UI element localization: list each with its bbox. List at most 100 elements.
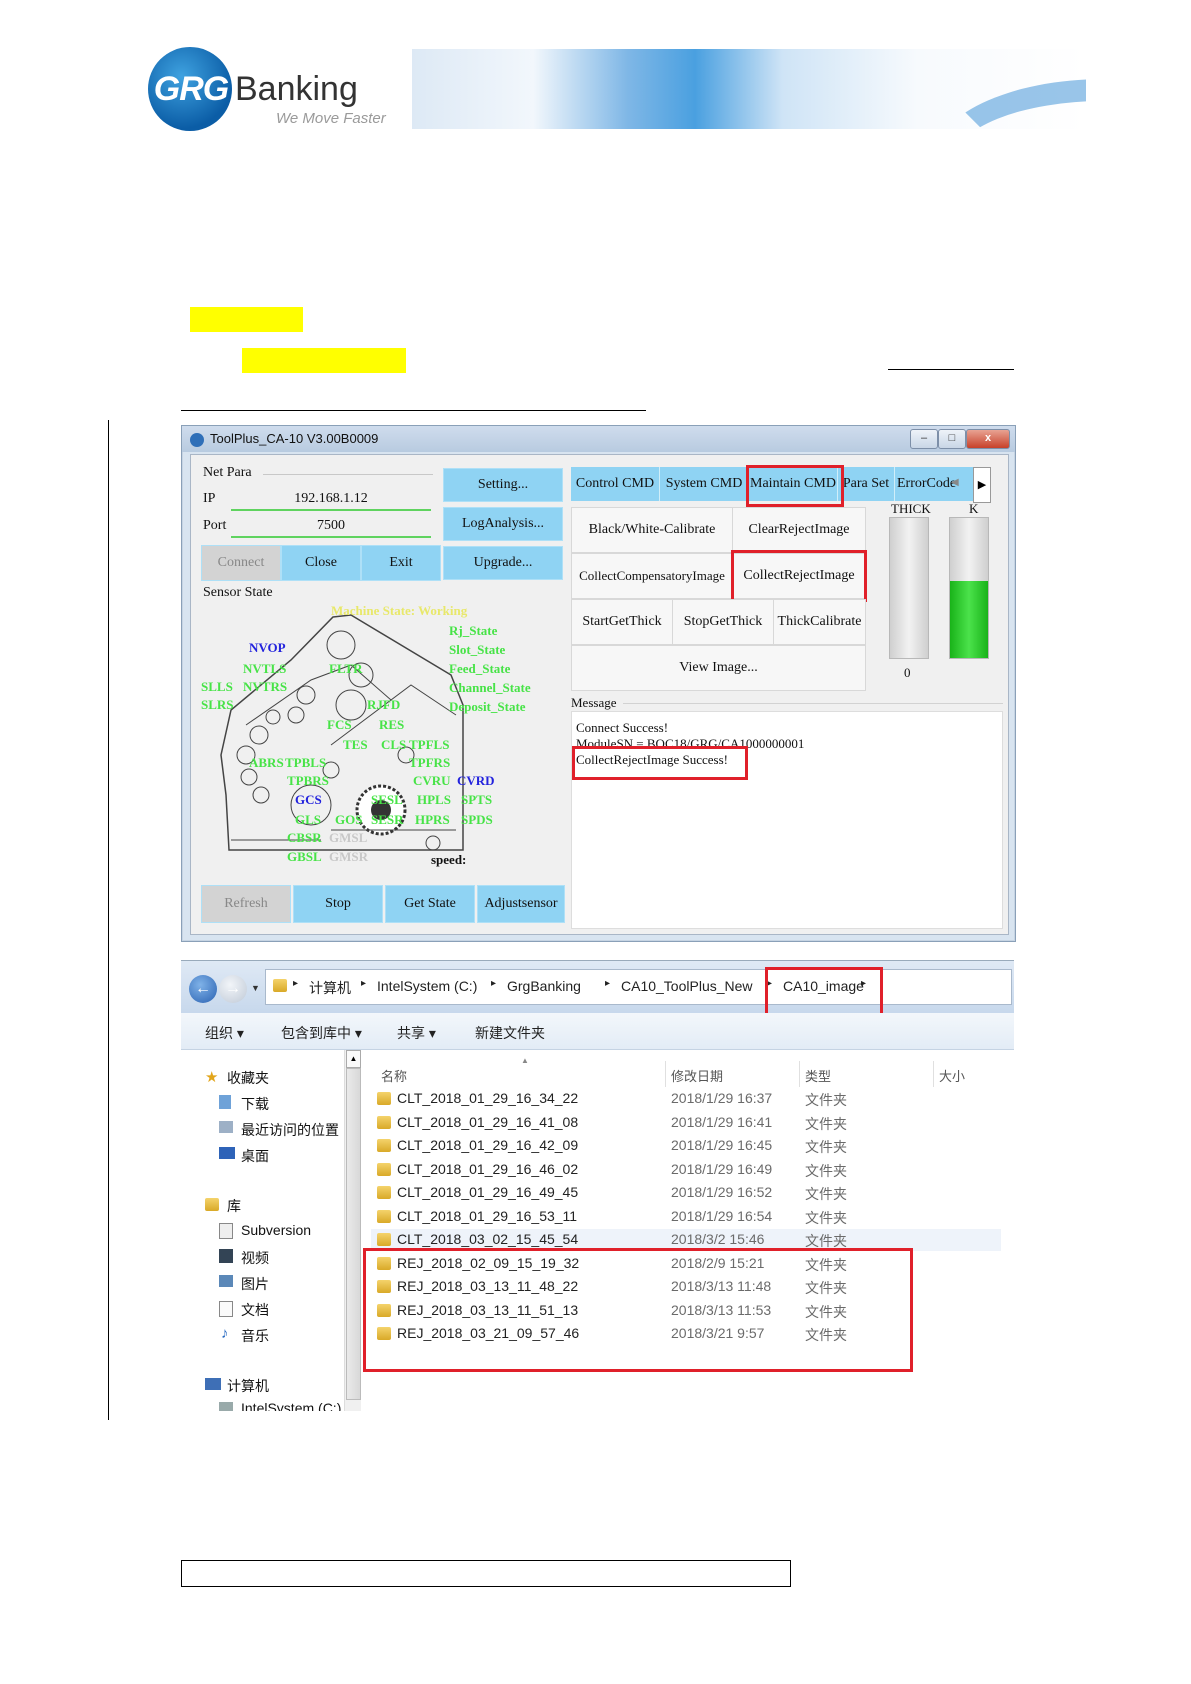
organize-button[interactable]: 组织 ▾ [205,1023,244,1043]
message-label: Message [571,695,617,710]
clear-reject-image-button[interactable]: ClearRejectImage [732,507,866,553]
sort-arrow-icon: ▲ [521,1056,529,1065]
sensor-cls: CLS [381,737,407,752]
file-type: 文件夹 [805,1139,847,1155]
back-icon[interactable]: ← [189,975,217,1003]
collect-compensatory-image-button[interactable]: CollectCompensatoryImage [571,553,733,599]
table-row[interactable]: CLT_2018_01_29_16_34_22 2018/1/29 16:37 文件… [371,1088,1001,1110]
nav-computer[interactable]: 计算机 [227,1376,269,1396]
toolplus-window: ToolPlus_CA-10 V3.00B0009 – □ x Net Para… [181,425,1016,942]
nav-libraries[interactable]: 库 [227,1196,241,1216]
close-button[interactable]: Close [281,545,361,581]
scroll-up-icon[interactable]: ▲ [346,1050,361,1068]
nav-pictures[interactable]: 图片 [241,1274,269,1294]
connect-button[interactable]: Connect [201,545,281,581]
net-para-label: Net Para [203,465,252,480]
column-header-size[interactable]: 大小 [939,1066,965,1085]
log-analysis-button[interactable]: LogAnalysis... [443,507,563,541]
state-feed: Feed_State [449,661,511,676]
breadcrumb-grgbanking[interactable]: GrgBanking [507,978,581,994]
footer-box [181,1560,791,1587]
bw-calibrate-button[interactable]: Black/White-Calibrate [571,507,733,553]
nav-downloads[interactable]: 下载 [241,1094,269,1114]
breadcrumb-drive[interactable]: IntelSystem (C:) [377,978,477,994]
thick-calibrate-button[interactable]: ThickCalibrate [773,599,866,645]
share-button[interactable]: 共享 ▾ [397,1023,436,1043]
sensor-cbsr: CBSR [287,830,322,845]
tab-error-code[interactable]: ErrorCode [895,467,976,501]
tab-scroll-right-icon[interactable]: ▶ [973,467,991,503]
nav-recent[interactable]: 最近访问的位置 [241,1120,339,1140]
view-image-button[interactable]: View Image... [571,645,866,691]
video-icon [219,1249,233,1263]
breadcrumb-toolplus[interactable]: CA10_ToolPlus_New [621,978,753,994]
start-get-thick-button[interactable]: StartGetThick [571,599,673,645]
scroll-thumb[interactable] [346,1068,361,1400]
state-slot: Slot_State [449,642,506,657]
tab-para-set[interactable]: Para Set [838,467,895,501]
nav-documents[interactable]: 文档 [241,1300,269,1320]
table-row[interactable]: CLT_2018_01_29_16_49_45 2018/1/29 16:52 文件… [371,1182,1001,1204]
thick-value: 0 [904,665,911,680]
sensor-slrs: SLRS [201,697,234,712]
refresh-button[interactable]: Refresh [201,885,291,923]
explorer-address-bar: ← → ▼ ▸ 计算机 ▸ IntelSystem (C:) ▸ GrgBank… [181,961,1014,1017]
nav-music[interactable]: 音乐 [241,1326,269,1346]
nav-videos[interactable]: 视频 [241,1248,269,1268]
sensor-tpbls: TPBLS [285,755,327,770]
nav-scrollbar[interactable]: ▲ [344,1050,361,1411]
file-name: CLT_2018_01_29_16_53_11 [397,1207,578,1224]
ip-label: IP [203,491,216,506]
include-in-library-button[interactable]: 包含到库中 ▾ [281,1023,362,1043]
file-date: 2018/1/29 16:49 [671,1160,773,1177]
k-label: K [969,501,979,516]
sensor-slls: SLLS [201,679,233,694]
underline-2 [181,410,646,411]
column-header-type[interactable]: 类型 [805,1066,831,1085]
navigation-pane: ★ 收藏夹 下载 最近访问的位置 桌面 库 Subversion 视频 图片 文… [181,1050,361,1411]
logo-tagline: We Move Faster [276,110,386,127]
stop-button[interactable]: Stop [293,885,383,923]
nav-subversion[interactable]: Subversion [241,1222,311,1238]
setting-button[interactable]: Setting... [443,468,563,502]
message-line-1: Connect Success! [576,720,669,735]
sensor-spds: SPDS [461,812,493,827]
nav-desktop[interactable]: 桌面 [241,1146,269,1166]
file-type: 文件夹 [805,1209,847,1226]
table-row[interactable]: CLT_2018_01_29_16_42_09 2018/1/29 16:45 文件… [371,1135,1001,1157]
port-input[interactable]: 7500 [231,518,431,538]
close-window-button[interactable]: x [966,429,1010,449]
column-header-date[interactable]: 修改日期 [671,1066,723,1085]
table-row[interactable]: CLT_2018_01_29_16_53_11 2018/1/29 16:54 文件… [371,1206,1001,1228]
exit-button[interactable]: Exit [361,545,441,581]
tab-system-cmd[interactable]: System CMD [660,467,749,501]
maximize-button[interactable]: □ [938,429,966,449]
nav-drive[interactable]: IntelSystem (C:) [241,1400,341,1411]
table-row[interactable]: CLT_2018_01_29_16_41_08 2018/1/29 16:41 文件… [371,1112,1001,1134]
new-folder-button[interactable]: 新建文件夹 [475,1023,545,1043]
ip-input[interactable]: 192.168.1.12 [231,491,431,511]
tab-scroll-left-icon[interactable]: ◀ [951,477,959,488]
get-state-button[interactable]: Get State [385,885,475,923]
file-name: CLT_2018_01_29_16_34_22 [397,1090,579,1106]
adjust-sensor-button[interactable]: Adjustsensor [477,885,565,923]
table-row[interactable]: CLT_2018_01_29_16_46_02 2018/1/29 16:49 文件… [371,1159,1001,1181]
file-type: 文件夹 [805,1162,847,1179]
message-box: Connect Success! ModuleSN = BOC18/GRG/CA… [571,711,1003,929]
breadcrumb-computer[interactable]: 计算机 [309,978,351,998]
minimize-button[interactable]: – [910,429,938,449]
nav-favorites[interactable]: 收藏夹 [227,1068,269,1088]
folder-icon [273,979,287,992]
forward-icon[interactable]: → [219,975,247,1003]
logo-banking-text: Banking [235,70,358,108]
speed-label: speed: [431,852,467,867]
upgrade-button[interactable]: Upgrade... [443,546,563,580]
stop-get-thick-button[interactable]: StopGetThick [672,599,774,645]
column-divider [933,1061,934,1087]
column-header-name[interactable]: 名称 [381,1066,407,1085]
group-divider [263,474,433,475]
history-dropdown-icon[interactable]: ▼ [251,983,260,993]
sensor-gbsl: GBSL [287,849,322,864]
tab-control-cmd[interactable]: Control CMD [571,467,660,501]
window-title: ToolPlus_CA-10 V3.00B0009 [210,431,379,446]
